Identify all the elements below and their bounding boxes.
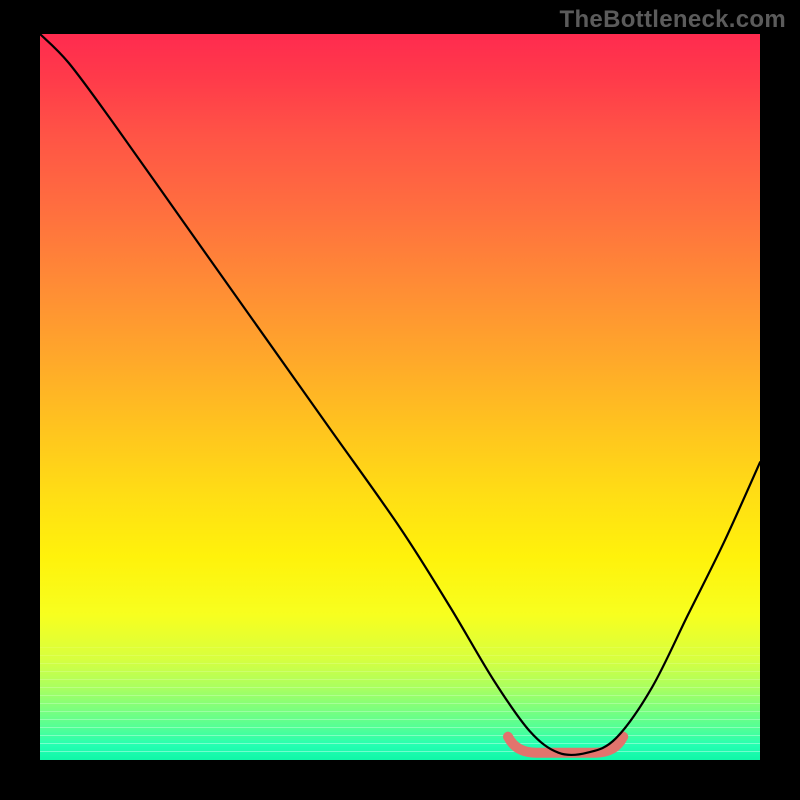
optimal-range-highlight [508,737,623,753]
curve-svg [40,34,760,760]
plot-area [40,34,760,760]
bottleneck-curve [40,34,760,755]
watermark-text: TheBottleneck.com [560,6,786,34]
chart-frame: TheBottleneck.com [0,0,800,800]
